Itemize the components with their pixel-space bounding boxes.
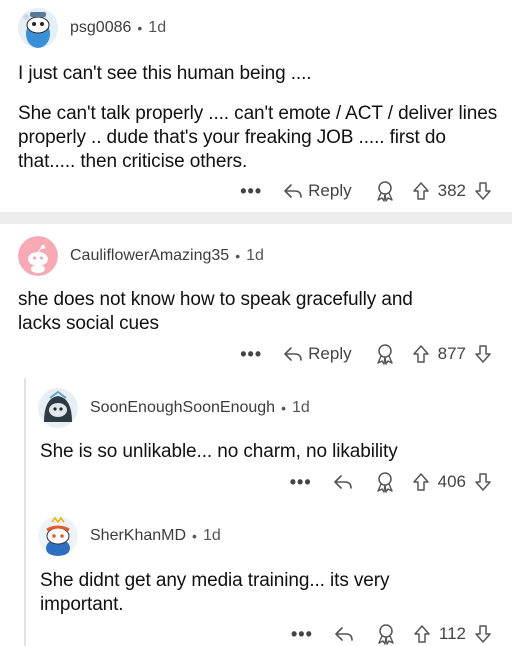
comment-paragraph: She didnt get any media training... its … [40,570,390,615]
downvote-button[interactable] [474,472,492,492]
more-options-button[interactable]: ••• [240,344,262,365]
more-options-button[interactable]: ••• [290,472,312,493]
comment-body: I just can't see this human being .... S… [18,62,498,174]
username[interactable]: SherKhanMD [90,527,186,545]
downvote-button[interactable] [474,181,492,201]
downvote-arrow-icon [475,473,491,491]
award-button[interactable] [374,180,396,202]
vote-count: 112 [438,624,466,643]
comment-body: She didnt get any media training... its … [40,569,440,617]
award-button[interactable] [374,471,396,493]
reply-button[interactable] [333,474,352,490]
comment-header: psg0086 • 1d [18,8,166,48]
upvote-arrow-icon [412,182,429,200]
username[interactable]: psg0086 [70,19,131,37]
comment-header: SherKhanMD • 1d [38,516,221,556]
upvote-arrow-icon [412,345,429,363]
award-button[interactable] [375,623,397,645]
default-snoo-avatar-pink-icon [18,236,58,276]
reply-button[interactable]: Reply [284,181,352,201]
username[interactable]: CauliflowerAmazing35 [70,247,229,265]
downvote-arrow-icon [475,182,491,200]
upvote-button[interactable] [413,624,431,644]
comment-header: SoonEnoughSoonEnough • 1d [38,388,310,428]
comment-actions: ••• Reply 877 [240,339,492,369]
reply-arrow-icon [284,184,302,198]
reply-button[interactable]: Reply [284,344,352,364]
comment-body: she does not know how to speak gracefull… [18,288,458,336]
comment-age: 1d [291,399,310,416]
comment-paragraph: She can't talk properly .... can't emote… [18,103,498,172]
separator-dot: • [281,400,286,416]
thread-line[interactable] [24,378,26,646]
comment-actions: ••• Reply 382 [240,176,492,206]
upvote-arrow-icon [414,625,430,643]
comment-age: 1d [246,247,264,264]
reply-arrow-icon [333,475,352,489]
upvote-arrow-icon [412,473,429,491]
downvote-button[interactable] [474,344,492,364]
comment-age: 1d [202,527,221,544]
comment-actions: ••• 112 [291,619,492,646]
comment-paragraph: I just can't see this human being .... [18,63,312,84]
upvote-button[interactable] [412,344,430,364]
reply-label: Reply [308,344,352,363]
avatar[interactable] [18,236,58,276]
avatar[interactable] [18,8,58,48]
comment-separator [0,212,512,224]
reply-label: Reply [308,181,352,200]
upvote-button[interactable] [412,472,430,492]
award-icon [376,181,393,202]
comment-actions: ••• 406 [290,467,492,497]
downvote-button[interactable] [474,624,492,644]
more-options-button[interactable]: ••• [291,624,313,645]
snoo-avatar-blue-icon [18,8,58,48]
award-icon [376,472,393,493]
comment-header: CauliflowerAmazing35 • 1d [18,236,264,276]
separator-dot: • [235,248,241,264]
separator-dot: • [137,20,143,36]
vote-count: 406 [437,472,466,491]
snoo-avatar-dark-hood-icon [38,388,78,428]
downvote-arrow-icon [475,625,491,643]
downvote-arrow-icon [475,345,491,363]
avatar[interactable] [38,388,78,428]
comment-body: She is so unlikable... no charm, no lika… [40,440,490,464]
comment-paragraph: She is so unlikable... no charm, no lika… [40,441,398,462]
reply-arrow-icon [284,347,302,361]
comment-paragraph: she does not know how to speak gracefull… [18,289,413,334]
vote-count: 877 [437,344,466,363]
reply-button[interactable] [335,626,353,642]
comment-age: 1d [148,19,167,36]
avatar[interactable] [38,516,78,556]
reply-arrow-icon [335,627,353,641]
username[interactable]: SoonEnoughSoonEnough [90,399,275,417]
more-options-button[interactable]: ••• [240,181,262,202]
award-icon [378,624,394,645]
separator-dot: • [192,528,197,544]
award-icon [376,344,393,365]
vote-count: 382 [437,181,466,200]
award-button[interactable] [374,343,396,365]
upvote-button[interactable] [412,181,430,201]
snoo-avatar-headband-icon [38,516,78,556]
